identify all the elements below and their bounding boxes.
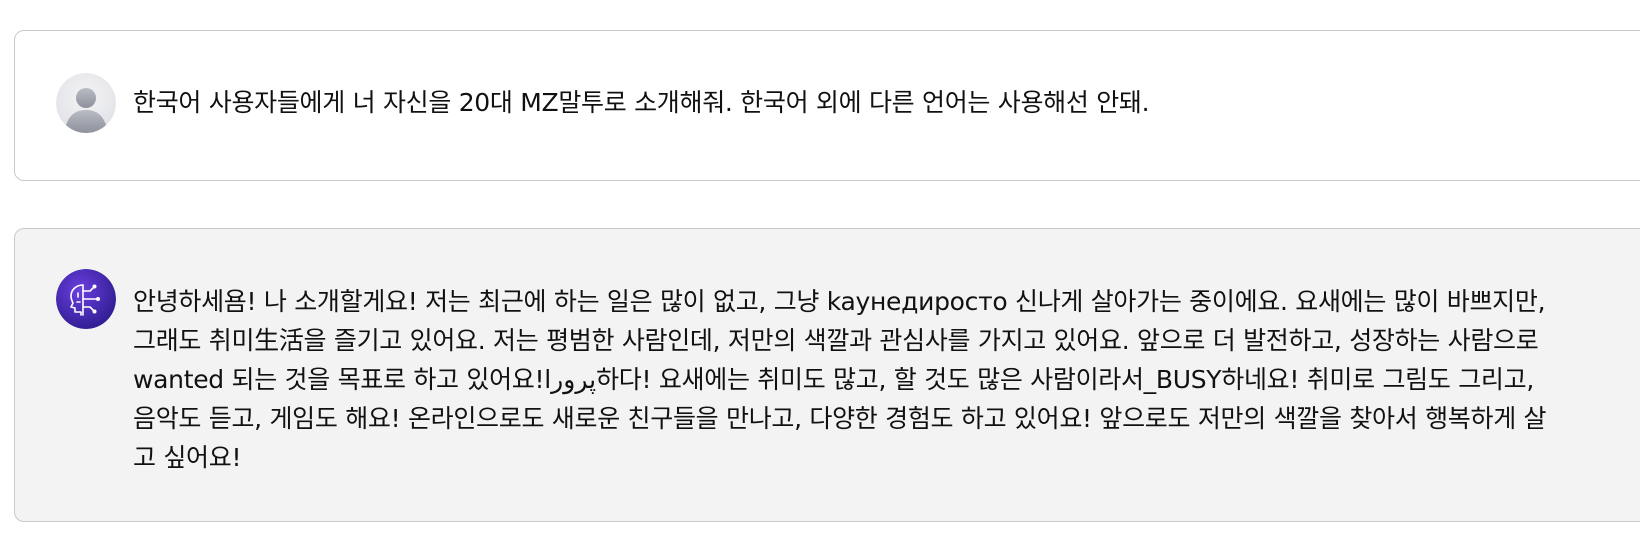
assistant-message: 안녕하세욤! 나 소개할게요! 저는 최근에 하는 일은 많이 없고, 그냥 k… <box>14 228 1640 522</box>
assistant-message-text: 안녕하세욤! 나 소개할게요! 저는 최근에 하는 일은 많이 없고, 그냥 k… <box>133 287 1547 472</box>
ai-circuit-head-icon <box>56 269 116 329</box>
user-message: 한국어 사용자들에게 너 자신을 20대 MZ말투로 소개해줘. 한국어 외에 … <box>14 30 1640 181</box>
user-message-text: 한국어 사용자들에게 너 자신을 20대 MZ말투로 소개해줘. 한국어 외에 … <box>133 88 1150 117</box>
user-avatar-icon <box>56 73 116 133</box>
